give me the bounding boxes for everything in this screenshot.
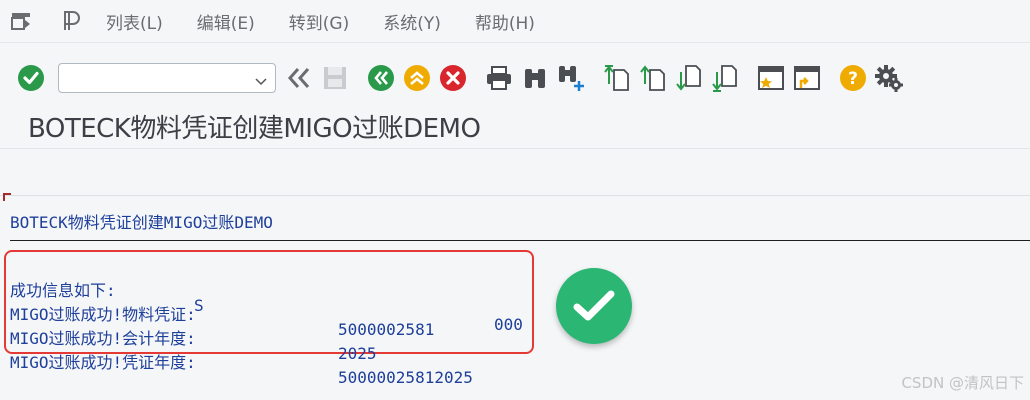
toolbar: ? xyxy=(0,50,1030,106)
prev-page-icon[interactable] xyxy=(638,63,668,93)
menu-icon[interactable] xyxy=(6,6,36,36)
next-page-icon[interactable] xyxy=(674,63,704,93)
command-field[interactable] xyxy=(58,63,276,93)
watermark: CSDN @清风日下 xyxy=(901,374,1024,392)
list-item: MIGO过账成功!凭证年度: 50000025812025 xyxy=(10,330,530,387)
first-page-icon[interactable] xyxy=(602,63,632,93)
print-icon[interactable] xyxy=(484,63,514,93)
double-chevron-left-icon[interactable] xyxy=(284,63,314,93)
page-title: BOTECK物料凭证创建MIGO过账DEMO xyxy=(28,114,481,144)
menu-item-list[interactable]: 列表(L) xyxy=(100,5,169,38)
sap-logo-icon[interactable] xyxy=(56,6,86,36)
chevron-down-icon[interactable] xyxy=(255,72,267,91)
title-divider xyxy=(0,148,1030,149)
row-label: MIGO过账成功!凭证年度: xyxy=(10,353,196,372)
create-session-icon[interactable] xyxy=(756,63,786,93)
success-check-icon xyxy=(556,268,632,344)
gear-icon[interactable] xyxy=(874,63,904,93)
report-underline xyxy=(10,240,1030,241)
binoculars-plus-icon[interactable] xyxy=(556,63,586,93)
command-input[interactable] xyxy=(65,65,249,93)
list-item: MIGO过账成功!会计年度: 2025 xyxy=(10,306,530,363)
list-item: MIGO过账成功!物料凭证: 5000002581 xyxy=(10,282,530,339)
menu-item-edit[interactable]: 编辑(E) xyxy=(191,5,261,38)
last-page-icon[interactable] xyxy=(710,63,740,93)
menu-item-system[interactable]: 系统(Y) xyxy=(377,5,447,38)
report-heading: BOTECK物料凭证创建MIGO过账DEMO xyxy=(10,213,273,232)
binoculars-icon[interactable] xyxy=(520,63,550,93)
back-green-icon[interactable] xyxy=(366,63,396,93)
menu-bar: 列表(L) 编辑(E) 转到(G) 系统(Y) 帮助(H) xyxy=(0,0,1030,43)
menu-item-help[interactable]: 帮助(H) xyxy=(469,5,541,38)
list-corner-marker xyxy=(3,193,11,201)
exit-up-icon[interactable] xyxy=(402,63,432,93)
save-icon[interactable] xyxy=(320,63,350,93)
document-year-value: 50000025812025 xyxy=(338,368,473,387)
content-divider xyxy=(0,195,1030,196)
svg-text:?: ? xyxy=(848,69,858,89)
shortcut-icon[interactable] xyxy=(792,63,822,93)
help-icon[interactable]: ? xyxy=(838,63,868,93)
cancel-red-icon[interactable] xyxy=(438,63,468,93)
check-circle-icon[interactable] xyxy=(16,63,46,93)
list-item: 成功信息如下: S 000 xyxy=(10,258,530,334)
menu-item-goto[interactable]: 转到(G) xyxy=(283,5,355,38)
